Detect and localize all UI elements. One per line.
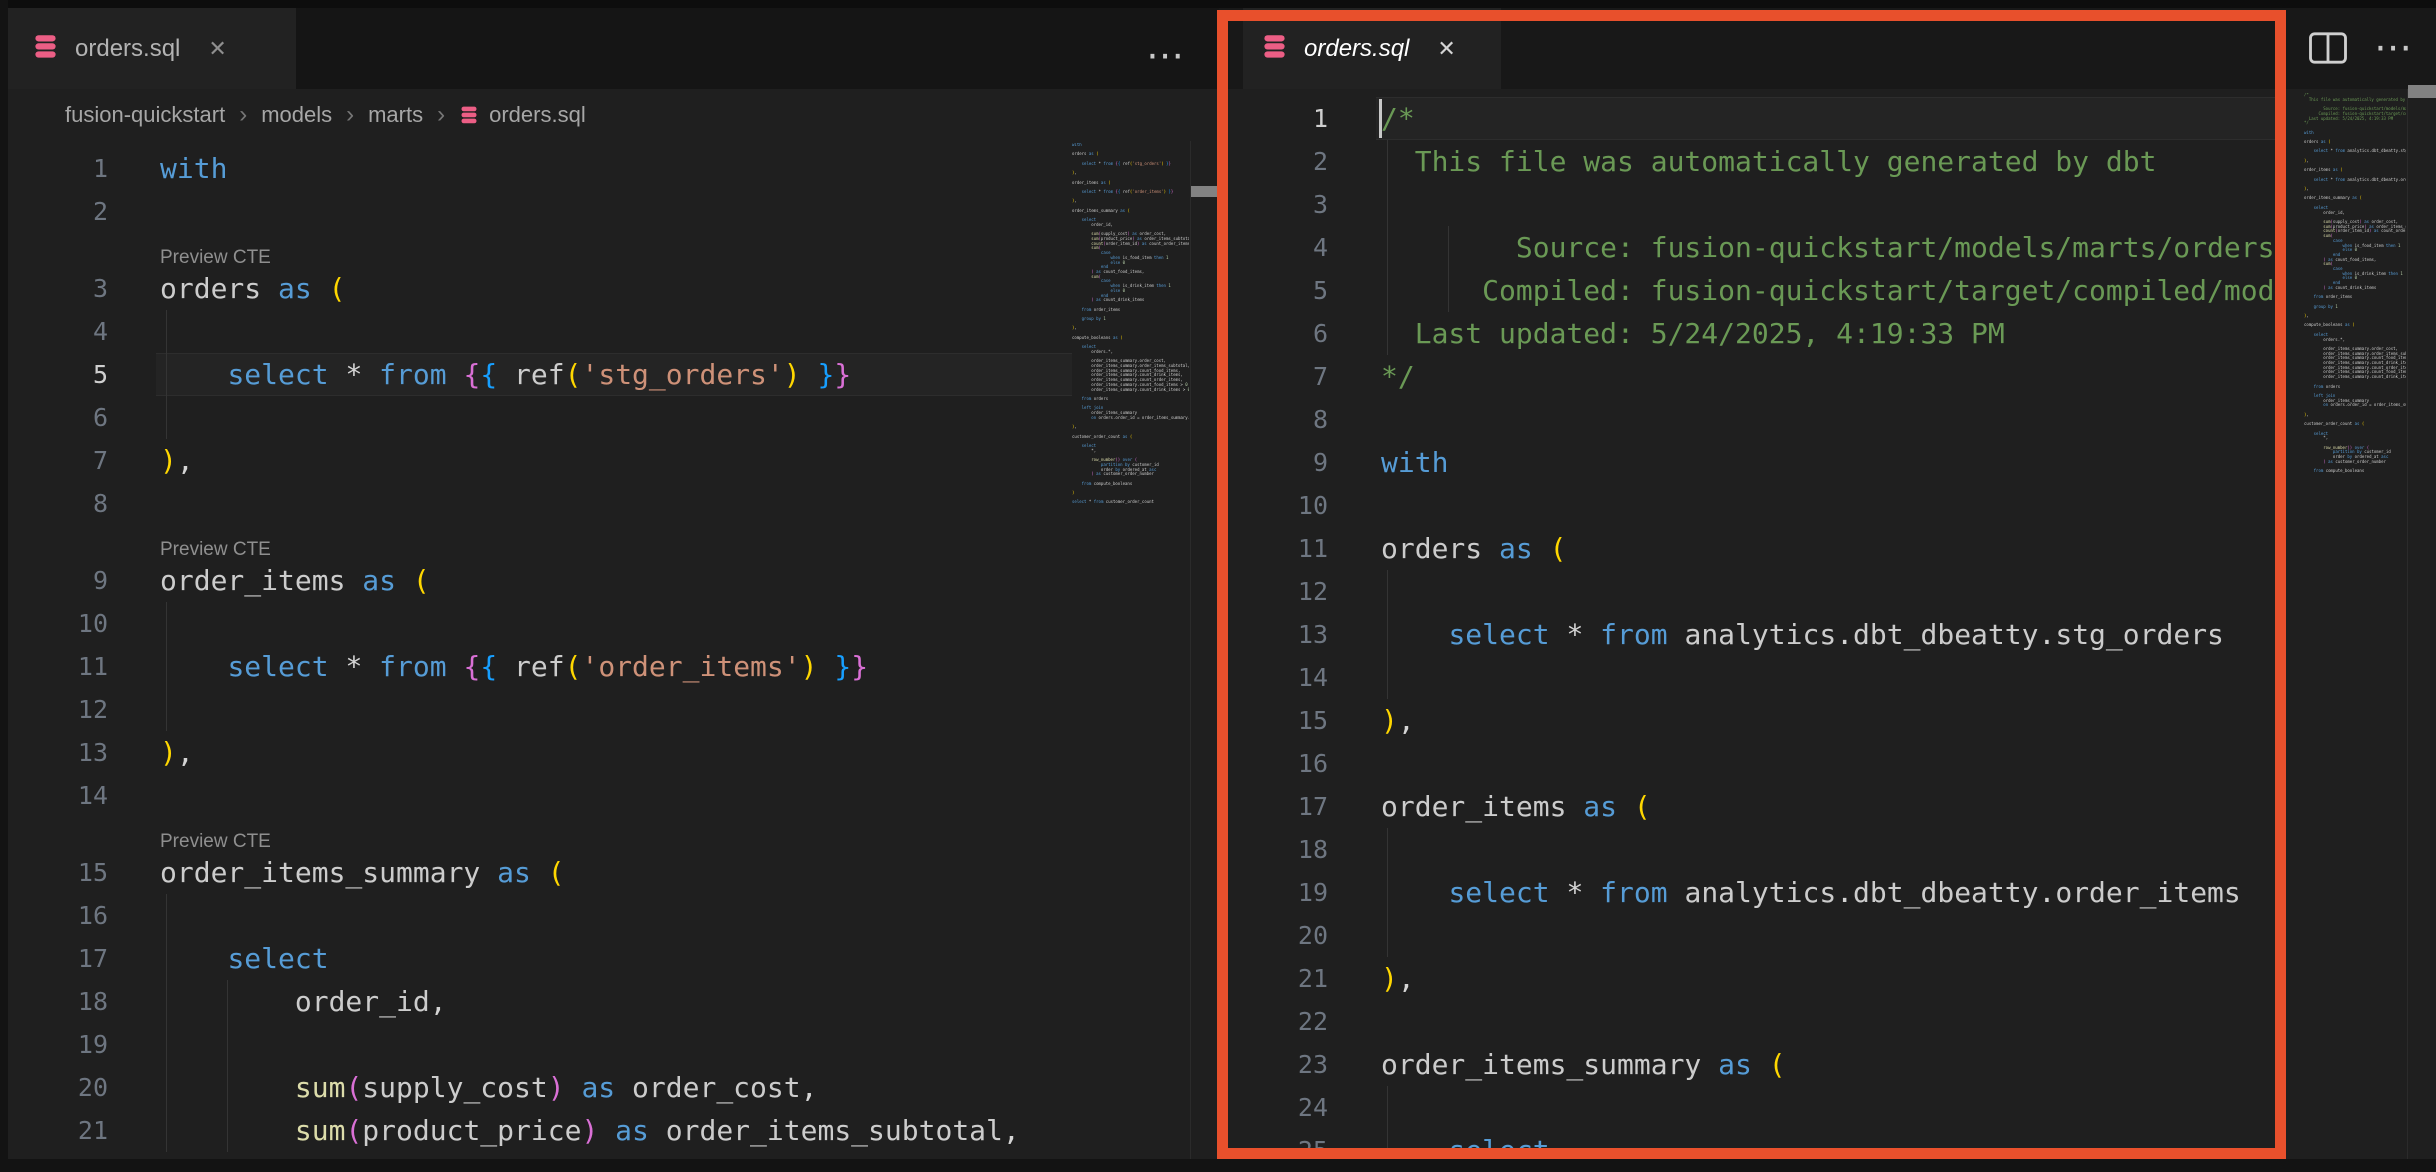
chevron-right-icon: › [346,101,354,129]
tab-orders-sql-preview[interactable]: orders.sql ✕ [1243,8,1501,89]
breadcrumb-item-file[interactable]: orders.sql [489,102,586,128]
code-editor-source[interactable]: 1with2Preview CTE3orders as (45 select *… [8,141,1219,1159]
code-line[interactable]: 11 select * from {{ ref('order_items') }… [8,645,1072,688]
tab-label: orders.sql [75,35,180,63]
code-line[interactable]: 1with [8,147,1072,190]
code-line[interactable]: 19 [8,1023,1072,1066]
close-icon[interactable]: ✕ [1437,36,1455,62]
code-line[interactable]: 8 [1228,398,2276,441]
chevron-right-icon: › [437,101,445,129]
codelens-preview-cte[interactable]: Preview CTE [8,525,1072,559]
code-line[interactable]: 23order_items_summary as ( [1228,1043,2276,1086]
code-line[interactable]: 14 [1228,656,2276,699]
code-line[interactable]: 17 select [8,937,1072,980]
codelens-preview-cte[interactable]: Preview CTE [8,817,1072,851]
code-line[interactable]: 2 [8,190,1072,233]
code-line[interactable]: 6 Last updated: 5/24/2025, 4:19:33 PM [1228,312,2276,355]
code-line[interactable]: 5 select * from {{ ref('stg_orders') }} [8,353,1072,396]
minimap-right[interactable]: /* This file was automatically generated… [2304,93,2406,473]
breadcrumb-item-project[interactable]: fusion-quickstart [65,102,225,128]
scrollbar-right[interactable] [2407,89,2436,1159]
code-line[interactable]: 6 [8,396,1072,439]
code-editor-compiled-preview[interactable]: 1/*2 This file was automatically generat… [1219,89,2436,1159]
code-line[interactable]: 3orders as ( [8,267,1072,310]
code-line[interactable]: 12 [8,688,1072,731]
cursor-position-marker [1191,186,1220,197]
code-line[interactable]: 1/* [1228,97,2276,140]
database-icon [1261,33,1288,65]
code-line[interactable]: 20 [1228,914,2276,957]
code-line[interactable]: 14 [8,774,1072,817]
code-line[interactable]: 10 [8,602,1072,645]
code-line[interactable]: 7*/ [1228,355,2276,398]
code-line[interactable]: 13), [8,731,1072,774]
breadcrumb: fusion-quickstart › models › marts › ord… [8,89,1219,141]
chevron-right-icon: › [239,101,247,129]
code-line[interactable]: 4 Source: fusion-quickstart/models/marts… [1228,226,2276,269]
code-line[interactable]: 21 sum(product_price) as order_items_sub… [8,1109,1072,1152]
tab-label: orders.sql [1304,35,1409,63]
scrollbar-thumb[interactable] [2408,85,2436,98]
code-line[interactable]: 3 [1228,183,2276,226]
code-line[interactable]: 9with [1228,441,2276,484]
more-actions-icon[interactable]: ⋯ [2362,8,2426,89]
code-line[interactable]: 11orders as ( [1228,527,2276,570]
breadcrumb-item-marts[interactable]: marts [368,102,423,128]
code-line[interactable]: 15order_items_summary as ( [8,851,1072,894]
right-code-rows: 1/*2 This file was automatically generat… [1228,89,2276,1159]
code-line[interactable]: 21), [1228,957,2276,1000]
code-line[interactable]: 22 [1228,1000,2276,1043]
code-line[interactable]: 16 [8,894,1072,937]
code-line[interactable]: 13 select * from analytics.dbt_dbeatty.s… [1228,613,2276,656]
code-line[interactable]: 20 sum(supply_cost) as order_cost, [8,1066,1072,1109]
code-line[interactable]: 16 [1228,742,2276,785]
code-line[interactable]: 5 Compiled: fusion-quickstart/target/com… [1228,269,2276,312]
tab-bar-left: orders.sql ✕ ⋯ [8,8,1219,89]
window-left-edge [0,0,8,1172]
code-line[interactable]: 15), [1228,699,2276,742]
code-line[interactable]: 24 [1228,1086,2276,1129]
database-icon [459,105,479,125]
codelens-preview-cte[interactable]: Preview CTE [8,233,1072,267]
code-line[interactable]: 17order_items as ( [1228,785,2276,828]
code-line[interactable]: 19 select * from analytics.dbt_dbeatty.o… [1228,871,2276,914]
window-top-edge [0,0,2436,8]
breadcrumb-item-models[interactable]: models [261,102,332,128]
vscode-window: orders.sql ✕ ⋯ fusion-quickstart › model… [0,0,2436,1172]
close-icon[interactable]: ✕ [208,36,226,62]
left-code-rows: 1with2Preview CTE3orders as (45 select *… [8,141,1072,1152]
split-editor-icon[interactable] [2308,31,2348,70]
overview-ruler-left[interactable] [1190,141,1220,1159]
code-line[interactable]: 8 [8,482,1072,525]
database-icon [32,33,59,65]
minimap-left[interactable]: with orders as ( select * from {{ ref('s… [1072,143,1189,523]
code-line[interactable]: 10 [1228,484,2276,527]
tab-orders-sql-source[interactable]: orders.sql ✕ [8,8,296,89]
more-actions-icon[interactable]: ⋯ [1126,16,1206,97]
code-line[interactable]: 9order_items as ( [8,559,1072,602]
code-line[interactable]: 18 order_id, [8,980,1072,1023]
code-line[interactable]: 4 [8,310,1072,353]
window-bottom-edge [0,1159,2436,1172]
code-line[interactable]: 12 [1228,570,2276,613]
code-line[interactable]: 25 select [1228,1129,2276,1159]
code-line[interactable]: 7), [8,439,1072,482]
code-line[interactable]: 18 [1228,828,2276,871]
tab-bar-right: orders.sql ✕ [1219,8,2436,89]
code-line[interactable]: 2 This file was automatically generated … [1228,140,2276,183]
